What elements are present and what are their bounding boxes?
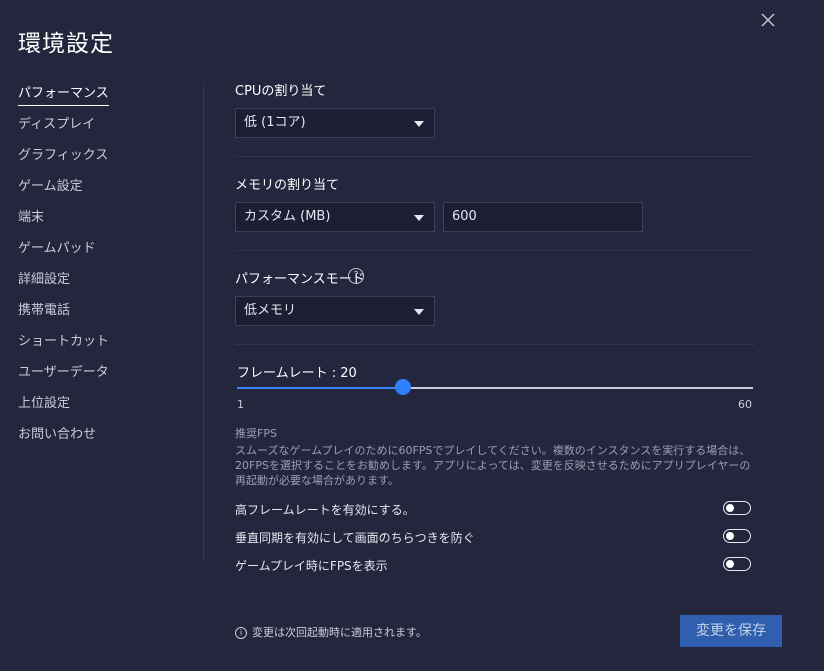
toggle-row-vsync: 垂直同期を有効にして画面のちらつきを防ぐ [235, 529, 755, 549]
save-button[interactable]: 変更を保存 [680, 615, 782, 647]
frame-rate-slider-fill [237, 387, 404, 389]
performance-mode-select[interactable]: 低メモリ [235, 296, 435, 326]
info-icon: i [235, 627, 247, 639]
sidebar-item-label: お問い合わせ [18, 427, 97, 442]
toggle-knob [726, 504, 734, 512]
toggle-row-show-fps: ゲームプレイ時にFPSを表示 [235, 557, 755, 577]
toggle-knob [726, 532, 734, 540]
sidebar-item-user-data[interactable]: ユーザーデータ [18, 363, 188, 394]
sidebar-item-label: ユーザーデータ [18, 365, 109, 380]
frame-rate-slider-track[interactable] [237, 387, 753, 389]
dialog-title: 環境設定 [18, 31, 114, 57]
sidebar-item-upper-settings[interactable]: 上位設定 [18, 394, 188, 425]
sidebar-item-shortcuts[interactable]: ショートカット [18, 332, 188, 363]
chevron-down-icon [414, 215, 424, 221]
sidebar-item-phone[interactable]: 携帯電話 [18, 301, 188, 332]
toggle-label: ゲームプレイ時にFPSを表示 [235, 559, 388, 573]
sidebar-item-gamepad[interactable]: ゲームパッド [18, 239, 188, 270]
toggle-knob [726, 560, 734, 568]
vsync-toggle[interactable] [723, 529, 751, 543]
help-icon[interactable]: ? [348, 268, 364, 284]
recommended-fps-title: 推奨FPS [235, 427, 277, 440]
sidebar-item-label: パフォーマンス [18, 84, 109, 106]
memory-select[interactable]: カスタム (MB) [235, 202, 435, 232]
sidebar-item-label: 端末 [18, 210, 45, 225]
restart-note-text: 変更は次回起動時に適用されます。 [252, 626, 427, 639]
cpu-select[interactable]: 低 (1コア) [235, 108, 435, 138]
sidebar-nav: パフォーマンス ディスプレイ グラフィックス ゲーム設定 端末 ゲームパッド 詳… [18, 84, 188, 456]
sidebar-item-label: 上位設定 [18, 396, 71, 411]
section-divider [235, 250, 755, 251]
performance-panel: CPUの割り当て 低 (1コア) メモリの割り当て カスタム (MB) 600 … [235, 0, 782, 671]
slider-min-label: 1 [237, 398, 244, 411]
cpu-label: CPUの割り当て [235, 84, 327, 99]
chevron-down-icon [414, 121, 424, 127]
sidebar-divider [203, 82, 204, 562]
sidebar-item-label: グラフィックス [18, 148, 109, 163]
frame-rate-slider-thumb[interactable] [395, 379, 412, 395]
chevron-down-icon [414, 309, 424, 315]
cpu-select-value: 低 (1コア) [244, 115, 306, 130]
high-frame-rate-toggle[interactable] [723, 501, 751, 515]
sidebar-item-graphics[interactable]: グラフィックス [18, 146, 188, 177]
sidebar-item-label: ディスプレイ [18, 117, 96, 132]
memory-select-value: カスタム (MB) [244, 209, 331, 224]
frame-rate-label: フレームレート : 20 [237, 366, 357, 381]
recommended-fps-text: スムーズなゲームプレイのために60FPSでプレイしてください。複数のインスタンス… [235, 444, 751, 487]
toggle-row-high-frame-rate: 高フレームレートを有効にする。 [235, 501, 755, 521]
close-icon[interactable] [758, 10, 778, 30]
performance-mode-label: パフォーマンスモード [235, 272, 365, 287]
sidebar-item-game-settings[interactable]: ゲーム設定 [18, 177, 188, 208]
toggle-label: 垂直同期を有効にして画面のちらつきを防ぐ [235, 531, 475, 545]
settings-dialog: 環境設定 パフォーマンス ディスプレイ グラフィックス ゲーム設定 端末 ゲーム… [0, 0, 824, 671]
sidebar-item-performance[interactable]: パフォーマンス [18, 84, 188, 115]
sidebar-item-label: ショートカット [18, 334, 110, 349]
slider-max-label: 60 [738, 398, 752, 411]
sidebar-item-display[interactable]: ディスプレイ [18, 115, 188, 146]
sidebar-item-label: ゲーム設定 [18, 179, 83, 194]
sidebar-item-contact[interactable]: お問い合わせ [18, 425, 188, 456]
restart-note: i 変更は次回起動時に適用されます。 [235, 624, 427, 640]
section-divider [235, 344, 755, 345]
sidebar-item-label: 携帯電話 [18, 303, 71, 318]
toggle-label: 高フレームレートを有効にする。 [235, 503, 415, 517]
memory-custom-input[interactable]: 600 [443, 202, 643, 232]
show-fps-toggle[interactable] [723, 557, 751, 571]
sidebar-item-label: ゲームパッド [18, 241, 96, 256]
section-divider [235, 156, 755, 157]
performance-mode-value: 低メモリ [244, 303, 297, 318]
sidebar-item-device[interactable]: 端末 [18, 208, 188, 239]
memory-label: メモリの割り当て [235, 178, 340, 193]
sidebar-item-advanced[interactable]: 詳細設定 [18, 270, 188, 301]
sidebar-item-label: 詳細設定 [18, 272, 71, 287]
